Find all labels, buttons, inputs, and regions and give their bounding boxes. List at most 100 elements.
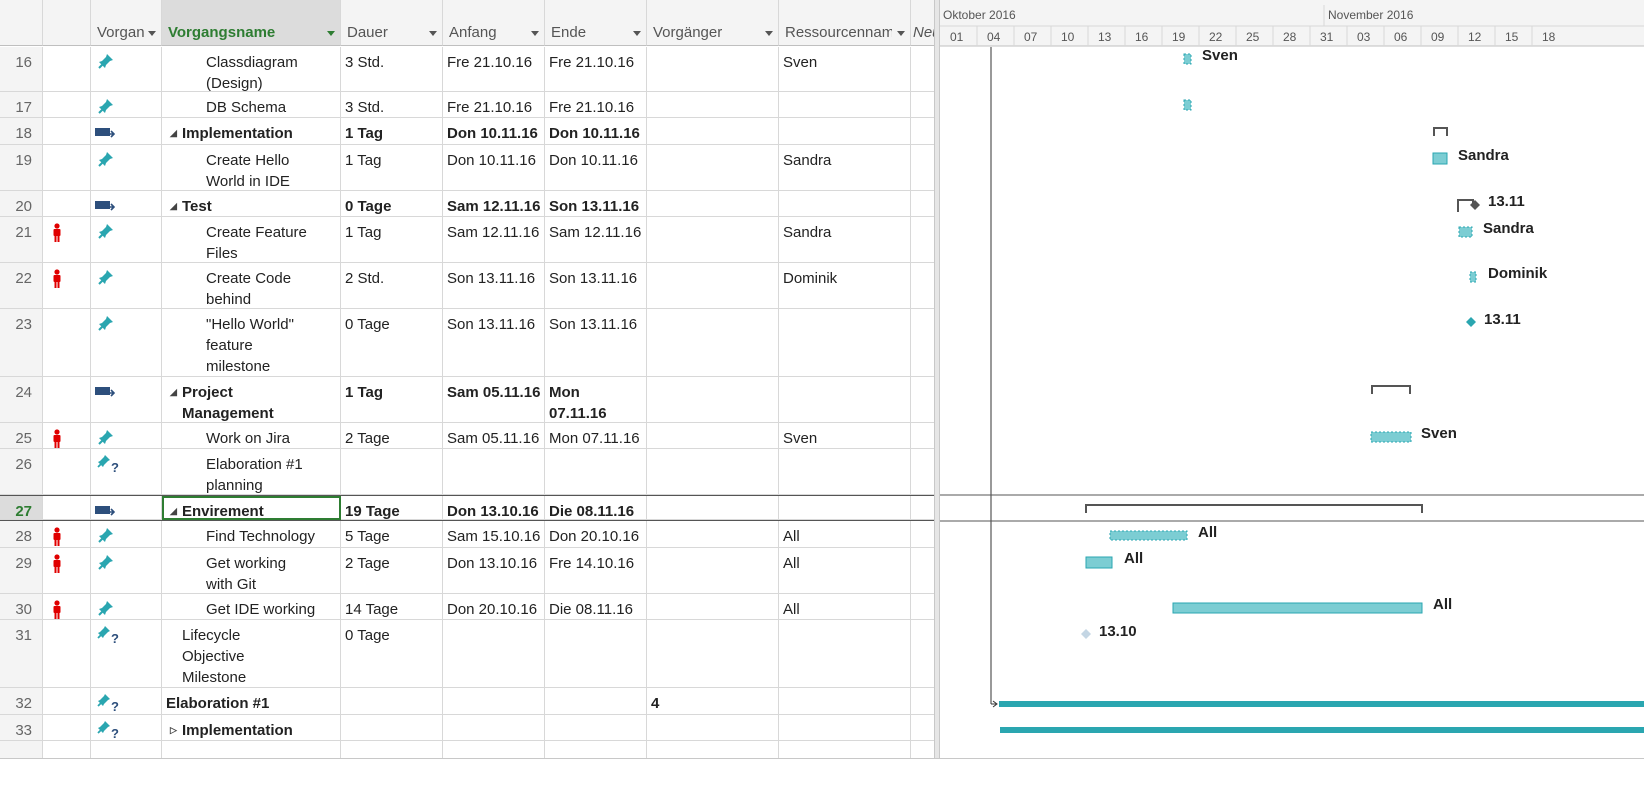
column-header-resources[interactable]: Ressourcennamen [779,0,911,46]
cell-mode[interactable] [91,191,162,217]
cell-id[interactable]: 27 [0,496,43,520]
cell-duration[interactable]: 2 Std. [341,263,443,309]
cell-start[interactable]: Fre 21.10.16 [443,92,545,118]
cell-duration[interactable]: 2 Tage [341,423,443,449]
cell-start[interactable]: Don 10.11.16 [443,145,545,191]
table-row[interactable]: 23 "Hello World" feature milestone 0 Tage Son… [0,309,937,377]
cell-id[interactable]: 26 [0,449,43,495]
cell-mode[interactable] [91,217,162,263]
cell-start[interactable]: Don 10.11.16 [443,118,545,145]
cell-finish[interactable]: Die 08.11.16 [545,594,647,620]
cell-resources[interactable]: Sandra [779,217,911,263]
cell-id[interactable]: 18 [0,118,43,145]
manual-schedule-question-icon[interactable]: ? [97,720,119,740]
task-bar[interactable] [1172,602,1423,614]
pin-icon[interactable] [97,553,115,571]
cell-resources[interactable]: Dominik [779,263,911,309]
cell-start[interactable] [443,449,545,495]
table-row[interactable]: 27 ◢ Envirement 19 Tage Don 13.10.16 Die 08.1… [0,495,937,521]
cell-predecessors[interactable] [647,92,779,118]
cell-id[interactable]: 21 [0,217,43,263]
table-row[interactable]: 19 Create Hello World in IDE 1 Tag Don 10.11… [0,145,937,191]
manual-summary-bar[interactable] [999,701,1644,707]
cell-mode[interactable] [91,47,162,92]
task-bar-partial[interactable] [1458,226,1473,238]
table-row[interactable]: 21 Create Feature Files 1 Tag Sam 12.11.16 Sa… [0,217,937,263]
cell-resources[interactable] [779,309,911,377]
cell-name[interactable]: Elaboration #1 planning [162,449,341,495]
auto-schedule-icon[interactable] [95,505,116,517]
cell-info[interactable] [43,620,91,688]
cell-finish[interactable] [545,449,647,495]
cell-name[interactable]: "Hello World" feature milestone [162,309,341,377]
column-header-duration[interactable]: Dauer [341,0,443,46]
cell-mode[interactable] [91,521,162,548]
table-row[interactable]: 28 Find Technology 5 Tage Sam 15.10.16 Don 2… [0,521,937,548]
cell-start[interactable] [443,620,545,688]
cell-add[interactable] [911,715,935,741]
cell-predecessors[interactable] [647,263,779,309]
cell-info[interactable] [43,92,91,118]
cell-name[interactable]: Create Feature Files [162,217,341,263]
cell-resources[interactable] [779,92,911,118]
cell-resources[interactable] [779,191,911,217]
cell-mode[interactable]: ? [91,688,162,715]
chevron-down-icon[interactable] [765,31,773,36]
task-bar[interactable] [1432,152,1448,165]
summary-bracket[interactable] [1371,385,1411,394]
cell-start[interactable]: Sam 05.11.16 [443,423,545,449]
cell-id[interactable]: 30 [0,594,43,620]
pin-icon[interactable] [97,526,115,544]
cell-info[interactable] [43,449,91,495]
auto-schedule-icon[interactable] [95,127,116,139]
cell-start[interactable]: Don 13.10.16 [443,496,545,520]
cell-finish[interactable]: Sam 12.11.16 [545,217,647,263]
cell-mode[interactable]: ? [91,449,162,495]
cell-add[interactable] [911,496,935,520]
cell-predecessors[interactable] [647,548,779,594]
cell-start[interactable]: Fre 21.10.16 [443,47,545,92]
cell-predecessors[interactable] [647,496,779,520]
cell-name[interactable]: Find Technology [162,521,341,548]
cell-finish[interactable]: Don 10.11.16 [545,145,647,191]
cell-finish[interactable] [545,620,647,688]
cell-add[interactable] [911,145,935,191]
cell-finish[interactable]: Mon 07.11.16 [545,423,647,449]
cell-predecessors[interactable] [647,47,779,92]
cell-duration[interactable]: 1 Tag [341,377,443,423]
task-bar[interactable] [1085,556,1113,569]
cell-add[interactable] [911,92,935,118]
table-row[interactable]: 33? ▷ Implementation [0,715,937,741]
cell-add[interactable] [911,377,935,423]
cell-duration[interactable]: 19 Tage [341,496,443,520]
cell-duration[interactable]: 3 Std. [341,47,443,92]
cell-finish[interactable] [545,688,647,715]
cell-id[interactable]: 20 [0,191,43,217]
cell-resources[interactable]: Sven [779,47,911,92]
milestone-diamond[interactable] [1466,317,1476,327]
cell-info[interactable] [43,548,91,594]
cell-id[interactable]: 17 [0,92,43,118]
cell-finish[interactable]: Fre 21.10.16 [545,47,647,92]
cell-finish[interactable]: Fre 21.10.16 [545,92,647,118]
cell-resources[interactable] [779,449,911,495]
table-row[interactable]: 30 Get IDE working 14 Tage Don 20.10.16 Die … [0,594,937,620]
cell-predecessors[interactable] [647,449,779,495]
cell-name[interactable]: ▷ Implementation [162,715,341,741]
cell-add[interactable] [911,191,935,217]
cell-resources[interactable]: All [779,521,911,548]
table-row[interactable]: 24 ◢ Project Management 1 Tag Sam 05.11.16 Mon… [0,377,937,423]
pin-icon[interactable] [97,428,115,446]
column-header-id[interactable] [0,0,43,46]
cell-id[interactable]: 19 [0,145,43,191]
cell-id[interactable]: 31 [0,620,43,688]
cell-resources[interactable] [779,118,911,145]
cell-predecessors[interactable] [647,118,779,145]
cell-id[interactable]: 24 [0,377,43,423]
cell-resources[interactable] [779,377,911,423]
table-row[interactable]: 18 ◢ Implementation 1 Tag Don 10.11.16 Don 10… [0,118,937,145]
cell-info[interactable] [43,118,91,145]
cell-name[interactable]: ◢Elaboration #1 [162,688,341,715]
manual-schedule-question-icon[interactable]: ? [97,454,119,475]
collapse-icon[interactable]: ◢ [170,501,177,519]
